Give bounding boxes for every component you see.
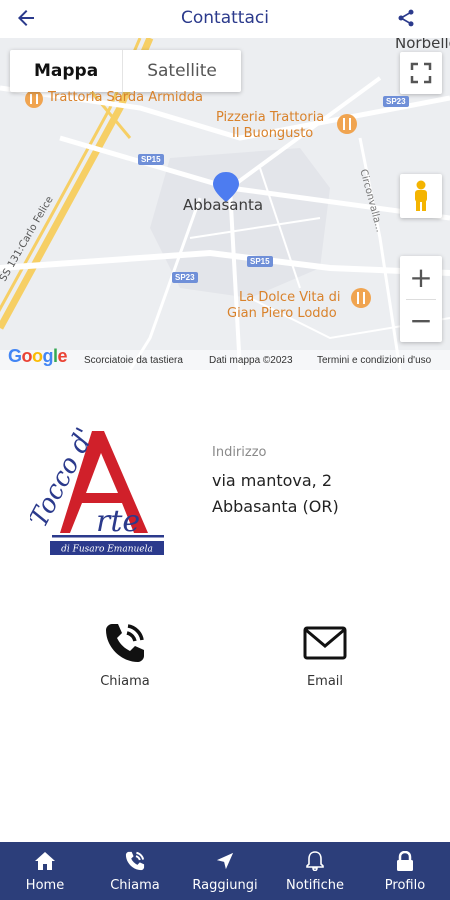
road-badge-sp23: SP23 xyxy=(383,96,409,107)
phone-icon xyxy=(124,850,146,872)
zoom-controls: + − xyxy=(400,256,442,342)
bottom-nav: Home Chiama Raggiungi Notifiche Profilo xyxy=(0,842,450,900)
street-view-button[interactable] xyxy=(400,174,442,218)
call-action-button[interactable]: Chiama xyxy=(65,620,185,689)
page-title: Contattaci xyxy=(181,8,269,28)
pegman-icon xyxy=(415,180,427,211)
road-badge-sp15: SP15 xyxy=(138,154,164,165)
contact-screen: Contattaci Mappa Satellite + − Norbell T… xyxy=(0,0,450,900)
phone-ringing-icon xyxy=(106,624,144,662)
road-badge-sp23: SP23 xyxy=(172,272,198,283)
map-view[interactable]: Mappa Satellite + − Norbello Trattoria S… xyxy=(0,38,450,370)
map-type-mappa[interactable]: Mappa xyxy=(10,50,124,92)
map-label-dolcevita-2: Gian Piero Loddo xyxy=(227,306,337,321)
fullscreen-icon xyxy=(410,62,432,84)
business-logo: Tocco d' rte di Fusaro Emanuela xyxy=(30,423,164,555)
nav-item-home[interactable]: Home xyxy=(0,842,90,900)
map-label-pizzeria-1: Pizzeria Trattoria xyxy=(216,110,325,125)
map-label-norbello: Norbello xyxy=(395,38,450,52)
map-label-trattoria: Trattoria Sarda Armidda xyxy=(48,90,203,105)
address-street: via mantova, 2 xyxy=(212,471,333,490)
address-city: Abbasanta (OR) xyxy=(212,497,339,516)
map-label-pizzeria-2: Il Buongusto xyxy=(232,126,314,141)
nav-item-raggiungi[interactable]: Raggiungi xyxy=(180,842,270,900)
keyboard-shortcuts-link[interactable]: Scorciatoie da tastiera xyxy=(84,355,183,366)
zoom-out-button[interactable]: − xyxy=(400,299,442,342)
map-data-text[interactable]: Dati mappa ©2023 xyxy=(209,355,293,366)
nav-label: Profilo xyxy=(384,877,426,893)
email-action-button[interactable]: Email xyxy=(265,620,385,689)
logo-text-rte: rte xyxy=(96,504,140,539)
map-label-dolcevita-1: La Dolce Vita di xyxy=(239,290,341,305)
navigation-icon xyxy=(214,850,236,872)
map-footer: Google Scorciatoie da tastiera Dati mapp… xyxy=(0,346,450,370)
email-action-label: Email xyxy=(306,674,344,689)
address-label: Indirizzo xyxy=(212,445,267,460)
nav-item-chiama[interactable]: Chiama xyxy=(90,842,180,900)
map-label-town: Abbasanta xyxy=(183,196,264,214)
logo-tagline: di Fusaro Emanuela xyxy=(61,545,153,555)
zoom-in-button[interactable]: + xyxy=(400,256,442,299)
nav-label: Chiama xyxy=(110,877,160,893)
map-type-toggle: Mappa Satellite xyxy=(10,50,241,92)
bell-icon xyxy=(304,850,326,872)
google-logo: Google xyxy=(8,346,68,366)
nav-label: Raggiungi xyxy=(192,877,258,893)
nav-item-notifiche[interactable]: Notifiche xyxy=(270,842,360,900)
call-action-label: Chiama xyxy=(100,674,150,689)
map-type-satellite[interactable]: Satellite xyxy=(123,50,241,92)
envelope-icon xyxy=(303,626,347,660)
share-icon[interactable] xyxy=(396,8,416,28)
home-icon xyxy=(34,850,56,872)
road-badge-sp15: SP15 xyxy=(247,256,273,267)
nav-label: Notifiche xyxy=(286,877,344,893)
top-bar: Contattaci xyxy=(0,0,450,36)
nav-item-profilo[interactable]: Profilo xyxy=(360,842,450,900)
nav-label: Home xyxy=(25,877,65,893)
terms-link[interactable]: Termini e condizioni d'uso xyxy=(317,355,431,366)
back-arrow-icon[interactable] xyxy=(14,6,38,30)
lock-icon xyxy=(394,850,416,872)
fullscreen-button[interactable] xyxy=(400,52,442,94)
